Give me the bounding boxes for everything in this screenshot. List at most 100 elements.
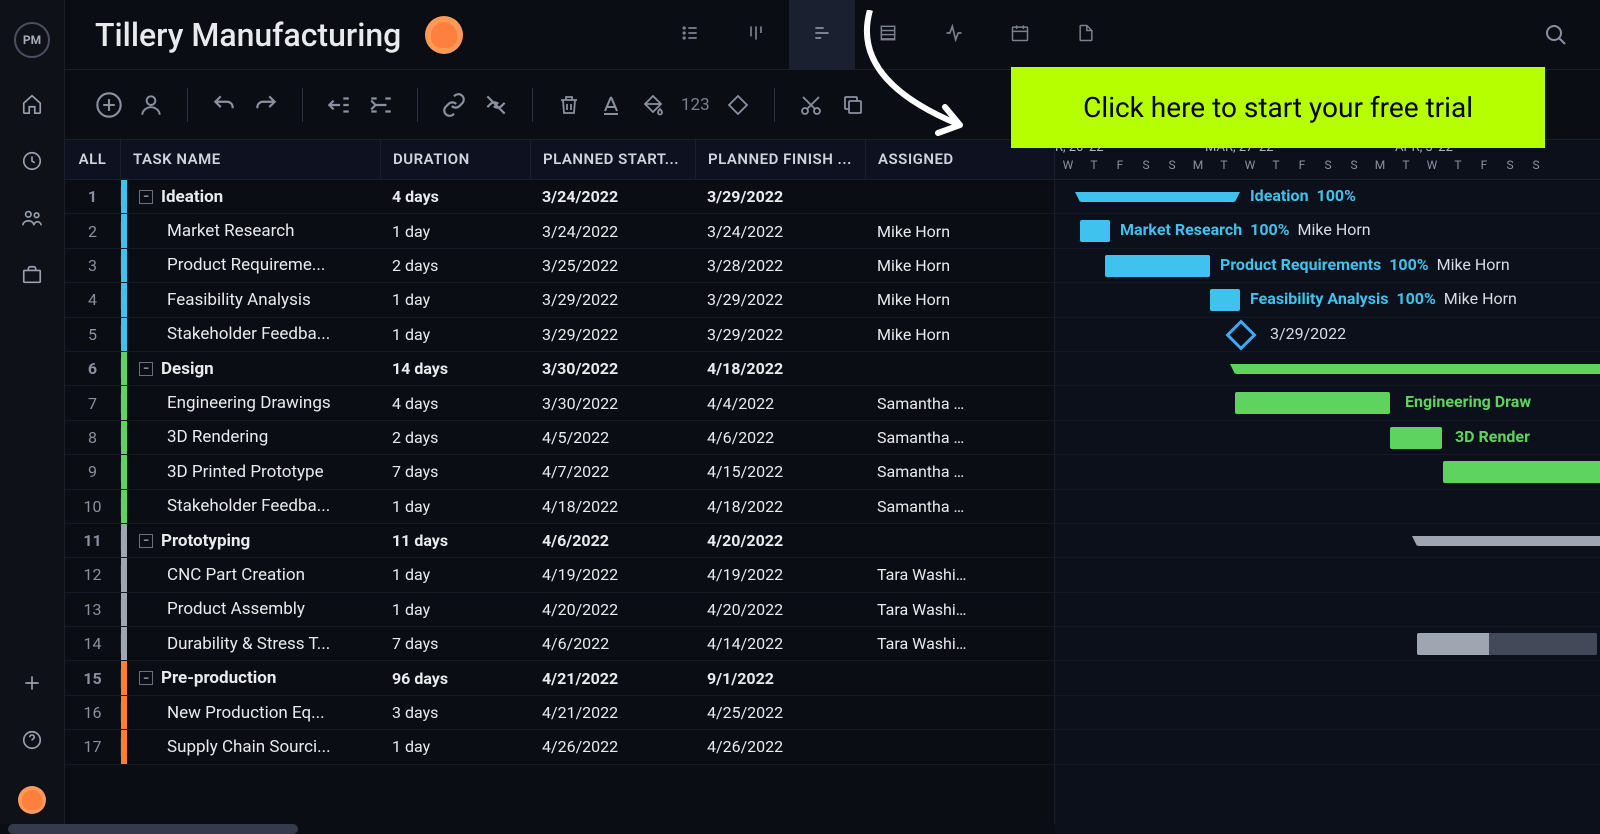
finish-cell[interactable]: 4/26/2022 <box>695 737 865 756</box>
finish-cell[interactable]: 3/28/2022 <box>695 256 865 275</box>
assigned-cell[interactable]: Mike Horn <box>865 256 980 275</box>
text-format-icon[interactable] <box>597 91 625 119</box>
tab-board[interactable] <box>723 0 789 70</box>
gantt-row[interactable] <box>1055 627 1600 661</box>
task-name-cell[interactable]: Durability & Stress T... <box>127 634 380 654</box>
finish-cell[interactable]: 4/18/2022 <box>695 497 865 516</box>
tab-activity[interactable] <box>921 0 987 70</box>
redo-icon[interactable] <box>252 91 280 119</box>
finish-cell[interactable]: 4/6/2022 <box>695 428 865 447</box>
duration-cell[interactable]: 1 day <box>380 497 530 516</box>
task-name-cell[interactable]: Product Requireme... <box>127 255 380 275</box>
start-cell[interactable]: 3/29/2022 <box>530 325 695 344</box>
duration-cell[interactable]: 4 days <box>380 187 530 206</box>
task-row[interactable]: 11−Prototyping11 days4/6/20224/20/2022 <box>65 524 1054 558</box>
start-cell[interactable]: 4/19/2022 <box>530 565 695 584</box>
duration-cell[interactable]: 4 days <box>380 394 530 413</box>
task-name-cell[interactable]: Product Assembly <box>127 599 380 619</box>
grid-body[interactable]: 1−Ideation4 days3/24/20223/29/20222Marke… <box>65 180 1054 834</box>
col-start[interactable]: PLANNED START... <box>531 140 696 179</box>
finish-cell[interactable]: 4/20/2022 <box>695 600 865 619</box>
task-row[interactable]: 93D Printed Prototype7 days4/7/20224/15/… <box>65 455 1054 489</box>
task-name-cell[interactable]: Engineering Drawings <box>127 393 380 413</box>
finish-cell[interactable]: 3/24/2022 <box>695 222 865 241</box>
start-cell[interactable]: 4/21/2022 <box>530 669 695 688</box>
task-name-cell[interactable]: CNC Part Creation <box>127 565 380 585</box>
finish-cell[interactable]: 4/14/2022 <box>695 634 865 653</box>
start-cell[interactable]: 3/29/2022 <box>530 290 695 309</box>
start-cell[interactable]: 3/30/2022 <box>530 394 695 413</box>
start-cell[interactable]: 4/21/2022 <box>530 703 695 722</box>
gantt-row[interactable] <box>1055 593 1600 627</box>
task-row[interactable]: 5Stakeholder Feedba...1 day3/29/20223/29… <box>65 318 1054 352</box>
outdent-icon[interactable] <box>325 91 353 119</box>
gantt-bar[interactable] <box>1235 364 1600 374</box>
gantt-row[interactable]: 3D Render <box>1055 421 1600 455</box>
start-cell[interactable]: 3/24/2022 <box>530 187 695 206</box>
duration-cell[interactable]: 7 days <box>380 462 530 481</box>
start-cell[interactable]: 3/24/2022 <box>530 222 695 241</box>
assigned-cell[interactable]: Tara Washing <box>865 634 980 653</box>
gantt-row[interactable]: Engineering Draw <box>1055 386 1600 420</box>
task-row[interactable]: 12CNC Part Creation1 day4/19/20224/19/20… <box>65 558 1054 592</box>
task-row[interactable]: 14Durability & Stress T...7 days4/6/2022… <box>65 627 1054 661</box>
task-row[interactable]: 15−Pre-production96 days4/21/20229/1/202… <box>65 661 1054 695</box>
gantt-bar[interactable] <box>1235 392 1390 414</box>
duration-cell[interactable]: 3 days <box>380 703 530 722</box>
tab-calendar[interactable] <box>987 0 1053 70</box>
task-name-cell[interactable]: −Prototyping <box>127 531 380 551</box>
col-name[interactable]: TASK NAME <box>121 140 381 179</box>
search-icon[interactable] <box>1542 21 1570 49</box>
duration-cell[interactable]: 2 days <box>380 256 530 275</box>
col-assigned[interactable]: ASSIGNED <box>866 140 981 179</box>
tool-number-label[interactable]: 123 <box>681 95 710 115</box>
collapse-icon[interactable]: − <box>139 362 153 376</box>
finish-cell[interactable]: 4/15/2022 <box>695 462 865 481</box>
task-name-cell[interactable]: New Production Eq... <box>127 703 380 723</box>
gantt-bar[interactable] <box>1105 255 1210 277</box>
fill-color-icon[interactable] <box>639 91 667 119</box>
team-icon[interactable] <box>21 207 43 229</box>
col-finish[interactable]: PLANNED FINISH ... <box>696 140 866 179</box>
task-row[interactable]: 6−Design14 days3/30/20224/18/2022 <box>65 352 1054 386</box>
task-name-cell[interactable]: −Design <box>127 359 380 379</box>
gantt-row[interactable] <box>1055 490 1600 524</box>
task-row[interactable]: 83D Rendering2 days4/5/20224/6/2022Saman… <box>65 421 1054 455</box>
gantt-bar[interactable] <box>1080 220 1110 242</box>
gantt-row[interactable]: Market Research100%Mike Horn <box>1055 214 1600 248</box>
finish-cell[interactable]: 4/25/2022 <box>695 703 865 722</box>
start-cell[interactable]: 4/7/2022 <box>530 462 695 481</box>
task-name-cell[interactable]: 3D Rendering <box>127 427 380 447</box>
gantt-row[interactable] <box>1055 558 1600 592</box>
tab-files[interactable] <box>1053 0 1119 70</box>
finish-cell[interactable]: 4/20/2022 <box>695 531 865 550</box>
start-cell[interactable]: 3/25/2022 <box>530 256 695 275</box>
gantt-row[interactable]: 3/29/2022 <box>1055 318 1600 352</box>
task-name-cell[interactable]: 3D Printed Prototype <box>127 462 380 482</box>
finish-cell[interactable]: 4/19/2022 <box>695 565 865 584</box>
user-avatar-small[interactable] <box>18 786 46 814</box>
start-cell[interactable]: 4/5/2022 <box>530 428 695 447</box>
task-name-cell[interactable]: Feasibility Analysis <box>127 290 380 310</box>
duration-cell[interactable]: 96 days <box>380 669 530 688</box>
milestone-icon[interactable] <box>724 91 752 119</box>
undo-icon[interactable] <box>210 91 238 119</box>
assigned-cell[interactable]: Samantha Cu <box>865 462 980 481</box>
finish-cell[interactable]: 9/1/2022 <box>695 669 865 688</box>
task-row[interactable]: 10Stakeholder Feedba...1 day4/18/20224/1… <box>65 490 1054 524</box>
finish-cell[interactable]: 3/29/2022 <box>695 290 865 309</box>
tab-gantt[interactable] <box>789 0 855 70</box>
unlink-icon[interactable] <box>482 91 510 119</box>
task-row[interactable]: 16New Production Eq...3 days4/21/20224/2… <box>65 696 1054 730</box>
add-task-icon[interactable] <box>95 91 123 119</box>
gantt-body[interactable]: Ideation100%Market Research100%Mike Horn… <box>1055 180 1600 834</box>
delete-icon[interactable] <box>555 91 583 119</box>
gantt-row[interactable]: Ideation100% <box>1055 180 1600 214</box>
recent-icon[interactable] <box>21 150 43 172</box>
app-logo[interactable]: PM <box>14 22 50 58</box>
start-cell[interactable]: 4/20/2022 <box>530 600 695 619</box>
duration-cell[interactable]: 1 day <box>380 565 530 584</box>
finish-cell[interactable]: 4/4/2022 <box>695 394 865 413</box>
collapse-icon[interactable]: − <box>139 534 153 548</box>
task-name-cell[interactable]: Supply Chain Sourci... <box>127 737 380 757</box>
